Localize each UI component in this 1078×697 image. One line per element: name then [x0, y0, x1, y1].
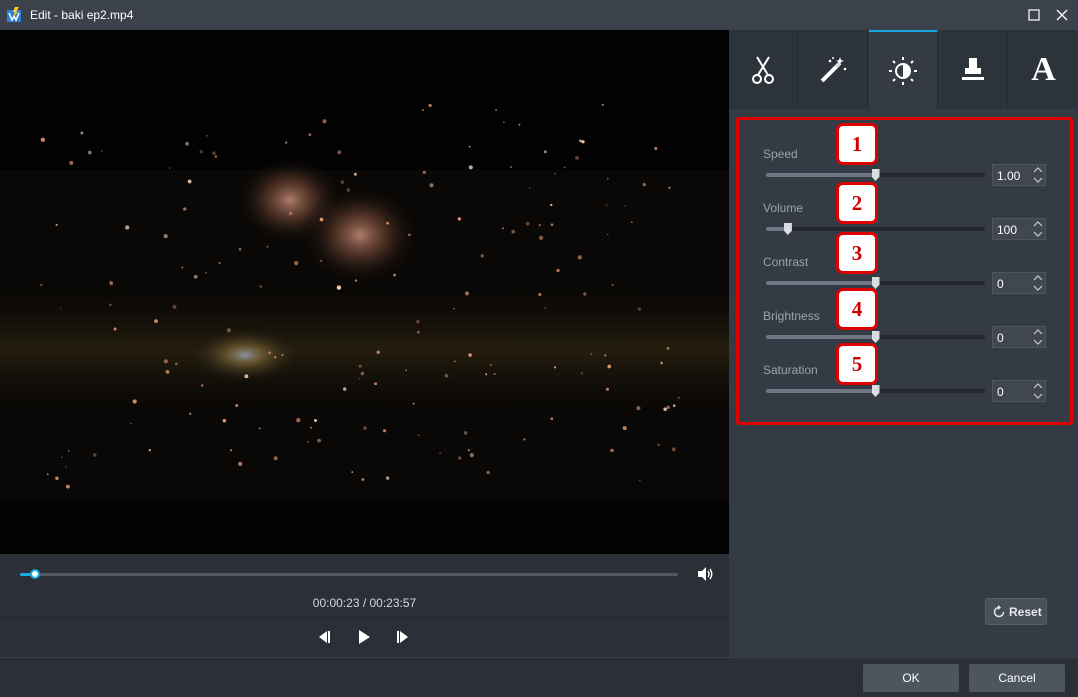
tab-effects[interactable]	[799, 30, 868, 109]
refresh-icon	[993, 605, 1005, 618]
edit-side-panel: A Speed 1 Volume 2 Contrast 3 Brightness	[729, 30, 1078, 657]
title-bar: Edit - baki ep2.mp4	[0, 0, 1078, 30]
volume-value[interactable]	[997, 223, 1027, 237]
dialog-footer: OK Cancel	[0, 657, 1078, 697]
brightness-label: Brightness	[763, 309, 820, 323]
brightness-contrast-icon	[889, 56, 917, 85]
decrement-icon[interactable]	[1031, 283, 1045, 293]
volume-spinbox[interactable]	[992, 218, 1046, 240]
saturation-label: Saturation	[763, 363, 818, 377]
scissors-icon	[752, 55, 774, 84]
divider	[0, 617, 729, 618]
close-icon[interactable]	[1052, 5, 1072, 25]
ok-button[interactable]: OK	[863, 664, 959, 692]
decrement-icon[interactable]	[1031, 391, 1045, 401]
annotation-badge: 5	[836, 343, 878, 385]
saturation-slider-fill	[766, 389, 876, 393]
volume-slider-thumb[interactable]	[783, 223, 792, 235]
brightness-spinbox[interactable]	[992, 326, 1046, 348]
increment-icon[interactable]	[1031, 327, 1045, 337]
increment-icon[interactable]	[1031, 219, 1045, 229]
speed-slider-fill	[766, 173, 876, 177]
increment-icon[interactable]	[1031, 165, 1045, 175]
playback-controls: 00:00:23 / 00:23:57	[0, 554, 729, 657]
volume-slider[interactable]	[766, 227, 985, 231]
video-frame	[0, 30, 729, 554]
cancel-button[interactable]: Cancel	[969, 664, 1065, 692]
volume-label: Volume	[763, 201, 804, 215]
speed-spinbox[interactable]	[992, 164, 1046, 186]
tab-watermark[interactable]	[939, 30, 1008, 109]
contrast-label: Contrast	[763, 255, 809, 269]
video-preview[interactable]	[0, 30, 729, 554]
increment-icon[interactable]	[1031, 381, 1045, 391]
video-edit-app-icon	[7, 7, 21, 22]
contrast-value[interactable]	[997, 277, 1027, 291]
edit-tabs: A	[729, 30, 1078, 109]
increment-icon[interactable]	[1031, 273, 1045, 283]
play-icon[interactable]	[355, 628, 373, 646]
brightness-slider-fill	[766, 335, 876, 339]
maximize-icon[interactable]	[1024, 5, 1044, 25]
window-title: Edit - baki ep2.mp4	[30, 8, 134, 22]
tab-trim[interactable]	[729, 30, 798, 109]
brightness-slider-thumb[interactable]	[871, 331, 880, 343]
seek-bar[interactable]	[20, 573, 678, 576]
timecode: 00:00:23 / 00:23:57	[312, 596, 417, 610]
text-icon: A	[1031, 50, 1056, 88]
brightness-value[interactable]	[997, 331, 1027, 345]
annotation-badge: 3	[836, 232, 878, 274]
annotation-badge: 1	[836, 123, 878, 165]
annotation-badge: 4	[836, 288, 878, 330]
tab-text[interactable]: A	[1009, 30, 1078, 109]
annotation-badge: 2	[836, 182, 878, 224]
contrast-spinbox[interactable]	[992, 272, 1046, 294]
speaker-icon[interactable]	[696, 566, 714, 582]
reset-label: Reset	[1009, 605, 1042, 619]
speed-value[interactable]	[997, 169, 1027, 183]
contrast-slider-thumb[interactable]	[871, 277, 880, 289]
stamp-icon	[962, 57, 984, 80]
seek-handle[interactable]	[29, 569, 40, 579]
decrement-icon[interactable]	[1031, 175, 1045, 185]
saturation-value[interactable]	[997, 385, 1027, 399]
decrement-icon[interactable]	[1031, 337, 1045, 347]
decrement-icon[interactable]	[1031, 229, 1045, 239]
previous-frame-icon[interactable]	[315, 628, 333, 646]
speed-label: Speed	[763, 147, 798, 161]
next-frame-icon[interactable]	[394, 628, 412, 646]
tab-adjust[interactable]	[869, 30, 938, 109]
magic-wand-icon	[820, 56, 847, 82]
seek-progress	[20, 573, 31, 576]
reset-button[interactable]: Reset	[985, 598, 1047, 625]
saturation-spinbox[interactable]	[992, 380, 1046, 402]
saturation-slider-thumb[interactable]	[871, 385, 880, 397]
speed-slider-thumb[interactable]	[871, 169, 880, 181]
contrast-slider-fill	[766, 281, 876, 285]
